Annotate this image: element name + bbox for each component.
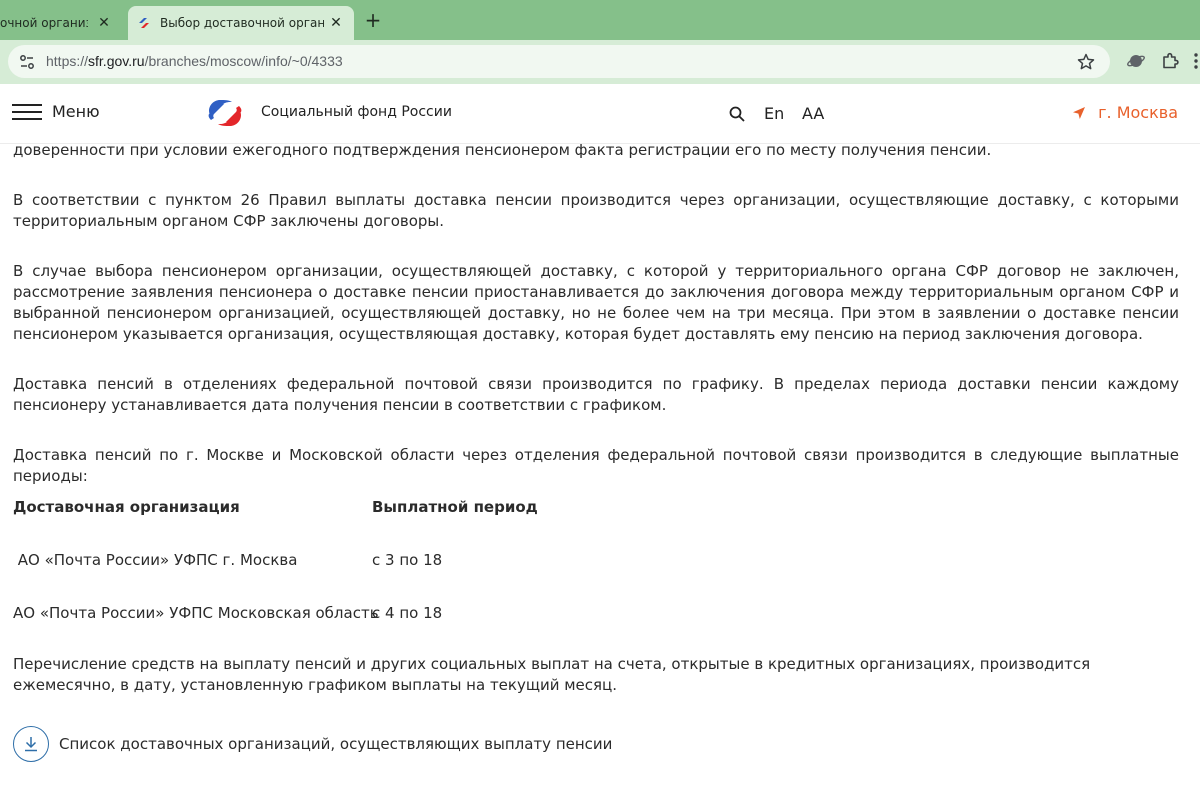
hamburger-menu-icon: [12, 103, 42, 120]
language-switch-button[interactable]: En: [764, 104, 784, 123]
table-row: АО «Почта России» УФПС г. Москва с 3 по …: [13, 551, 713, 573]
city-selector-button[interactable]: г. Москва: [1072, 103, 1178, 122]
browser-tab-previous[interactable]: очной организац ✕: [0, 6, 122, 40]
browser-menu-kebab-icon[interactable]: [1186, 51, 1200, 71]
tab-title: Выбор доставочной организац: [160, 16, 324, 30]
table-cell: с 4 по 18: [372, 604, 443, 622]
url-path: /branches/moscow/info/~0/4333: [144, 53, 343, 69]
extension-planet-icon[interactable]: [1126, 51, 1146, 71]
menu-label: Меню: [52, 102, 100, 121]
font-size-button[interactable]: AA: [802, 104, 824, 123]
location-arrow-icon: [1073, 106, 1086, 119]
paragraph: Доставка пенсий в отделениях федеральной…: [13, 375, 1179, 414]
paragraph: В случае выбора пенсионером организации,…: [13, 262, 1179, 343]
sfr-logo-icon[interactable]: [206, 96, 244, 130]
address-bar[interactable]: https://sfr.gov.ru/branches/moscow/info/…: [8, 45, 1110, 78]
menu-button[interactable]: Меню: [12, 102, 100, 121]
org-name[interactable]: Социальный фонд России: [261, 104, 452, 120]
search-icon[interactable]: [728, 105, 746, 123]
table-header-cell: Выплатной период: [372, 498, 538, 516]
sfr-favicon-icon: [139, 18, 149, 28]
url-host: sfr.gov.ru: [88, 53, 145, 69]
paragraph: В соответствии с пунктом 26 Правил выпла…: [13, 191, 1179, 230]
download-icon[interactable]: [13, 726, 49, 762]
table-header-cell: Доставочная организация: [13, 498, 240, 516]
browser-toolbar: https://sfr.gov.ru/branches/moscow/info/…: [0, 40, 1200, 84]
browser-tab-strip: очной организац ✕ Выбор доставочной орга…: [0, 0, 1200, 40]
table-cell: с 3 по 18: [372, 551, 443, 569]
tab-close-icon[interactable]: ✕: [328, 15, 344, 31]
table-row: АО «Почта России» УФПС Московская област…: [13, 604, 713, 626]
tab-close-icon[interactable]: ✕: [96, 15, 112, 31]
tab-title: очной организац: [0, 16, 88, 30]
site-info-icon[interactable]: [18, 53, 36, 71]
site-header: Меню Социальный фонд России En AA г. Мос…: [0, 84, 1200, 144]
browser-tab-active[interactable]: Выбор доставочной организац ✕: [128, 6, 354, 40]
download-link-label[interactable]: Список доставочных организаций, осуществ…: [59, 735, 612, 753]
paragraph: Перечисление средств на выплату пенсий и…: [13, 655, 1091, 694]
table-cell: АО «Почта России» УФПС г. Москва: [13, 551, 298, 569]
city-label: г. Москва: [1098, 103, 1178, 122]
table-header-row: Доставочная организация Выплатной период: [13, 498, 713, 520]
url-scheme: https://: [46, 53, 89, 69]
bookmark-star-icon[interactable]: [1076, 52, 1096, 72]
table-cell: АО «Почта России» УФПС Московская област…: [13, 604, 379, 622]
article-content: доверенности при условии ежегодного подт…: [13, 140, 1179, 487]
paragraph: доверенности при условии ежегодного подт…: [13, 141, 992, 159]
download-link[interactable]: Список доставочных организаций, осуществ…: [13, 726, 612, 762]
url-text[interactable]: https://sfr.gov.ru/branches/moscow/info/…: [46, 53, 343, 69]
extensions-puzzle-icon[interactable]: [1160, 51, 1180, 71]
paragraph: Доставка пенсий по г. Москве и Московско…: [13, 446, 1179, 485]
new-tab-button[interactable]: +: [362, 10, 384, 32]
